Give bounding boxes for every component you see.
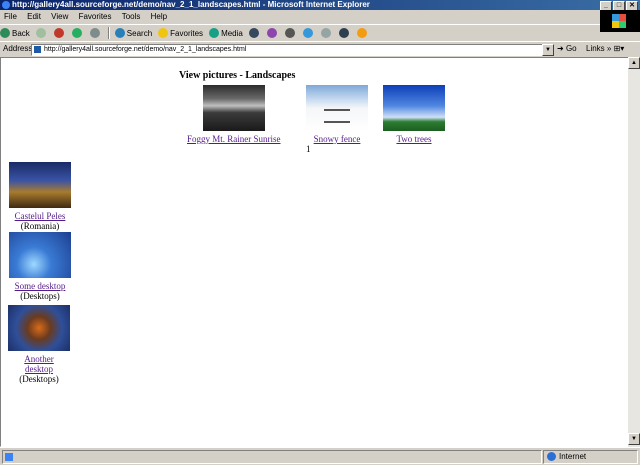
messenger-icon bbox=[356, 28, 367, 38]
zone-label: Internet bbox=[559, 452, 587, 461]
status-bar: Internet bbox=[0, 447, 640, 465]
page-icon bbox=[34, 46, 41, 53]
standard-toolbar: Back Search Favorites Media bbox=[0, 24, 600, 41]
forward-arrow-icon bbox=[35, 28, 46, 38]
media-label: Media bbox=[221, 28, 243, 38]
page-title: View pictures - Landscapes bbox=[179, 70, 296, 81]
thumbnail-link[interactable]: Foggy Mt. Rainer Sunrise bbox=[187, 134, 281, 144]
address-bar: Address http://gallery4all.sourceforge.n… bbox=[0, 41, 640, 57]
windows-logo-icon bbox=[612, 14, 626, 28]
sidebar-item: Another desktop (Desktops) bbox=[7, 305, 71, 384]
search-icon bbox=[114, 28, 125, 38]
menu-view[interactable]: View bbox=[51, 12, 68, 21]
sidebar-link[interactable]: Castelul Peles bbox=[15, 211, 66, 221]
go-label: Go bbox=[565, 44, 577, 53]
discuss-button[interactable] bbox=[320, 28, 333, 38]
window-title: http://gallery4all.sourceforge.net/demo/… bbox=[12, 0, 370, 9]
address-label: Address bbox=[3, 44, 33, 53]
page-done-icon bbox=[5, 453, 13, 461]
globe-icon bbox=[547, 452, 556, 461]
search-label: Search bbox=[126, 28, 153, 38]
research-button[interactable] bbox=[338, 28, 351, 38]
menu-favorites[interactable]: Favorites bbox=[79, 12, 112, 21]
stop-icon bbox=[53, 28, 64, 38]
refresh-button[interactable] bbox=[71, 28, 84, 38]
menu-tools[interactable]: Tools bbox=[122, 12, 141, 21]
go-button[interactable]: ➜ Go bbox=[557, 44, 577, 53]
page-number: 1 bbox=[306, 144, 311, 154]
back-arrow-icon bbox=[0, 28, 10, 38]
vertical-scrollbar[interactable]: ▲ ▼ bbox=[628, 57, 640, 447]
thumbnail-image[interactable] bbox=[202, 85, 265, 131]
history-icon bbox=[248, 28, 259, 38]
menu-bar: File Edit View Favorites Tools Help bbox=[0, 10, 640, 23]
throbber bbox=[600, 10, 640, 32]
thumbnail-snowy: Snowy fence 1 bbox=[306, 85, 368, 154]
favorites-star-icon bbox=[158, 28, 169, 38]
sidebar-item: Some desktop (Desktops) bbox=[7, 232, 73, 301]
status-text-area bbox=[2, 450, 542, 464]
sidebar-image[interactable] bbox=[9, 232, 71, 278]
address-url: http://gallery4all.sourceforge.net/demo/… bbox=[44, 46, 247, 53]
mail-button[interactable] bbox=[266, 28, 279, 38]
discuss-icon bbox=[320, 28, 331, 38]
menu-file[interactable]: File bbox=[4, 12, 17, 21]
sidebar-link[interactable]: Some desktop bbox=[15, 281, 66, 291]
window-title-bar[interactable]: http://gallery4all.sourceforge.net/demo/… bbox=[0, 0, 640, 11]
ie-logo-icon bbox=[2, 1, 10, 9]
address-input[interactable]: http://gallery4all.sourceforge.net/demo/… bbox=[31, 44, 549, 56]
research-icon bbox=[338, 28, 349, 38]
address-dropdown-button[interactable]: ▼ bbox=[542, 44, 554, 56]
thumbnail-image[interactable] bbox=[306, 85, 368, 131]
forward-button[interactable] bbox=[35, 28, 48, 38]
back-label: Back bbox=[12, 28, 30, 38]
scroll-down-button[interactable]: ▼ bbox=[628, 433, 640, 445]
thumbnail-link[interactable]: Two trees bbox=[396, 134, 431, 144]
edit-icon bbox=[302, 28, 313, 38]
home-button[interactable] bbox=[89, 28, 102, 38]
sidebar-image[interactable] bbox=[9, 162, 71, 208]
favorites-label: Favorites bbox=[170, 28, 204, 38]
mail-icon bbox=[266, 28, 277, 38]
security-zone: Internet bbox=[543, 450, 638, 464]
home-icon bbox=[89, 28, 100, 38]
edit-button[interactable] bbox=[302, 28, 315, 38]
page-viewport: View pictures - Landscapes Foggy Mt. Rai… bbox=[0, 57, 630, 447]
media-button[interactable]: Media bbox=[209, 28, 243, 38]
sidebar-link[interactable]: Another desktop bbox=[19, 354, 59, 374]
menu-edit[interactable]: Edit bbox=[27, 12, 41, 21]
thumbnail-trees: Two trees bbox=[383, 85, 445, 144]
links-label: Links bbox=[586, 44, 605, 53]
print-icon bbox=[284, 28, 295, 38]
thumbnail-foggy: Foggy Mt. Rainer Sunrise bbox=[187, 85, 281, 144]
sidebar-category: (Desktops) bbox=[20, 291, 60, 301]
menu-help[interactable]: Help bbox=[151, 12, 167, 21]
favorites-button[interactable]: Favorites bbox=[158, 28, 203, 38]
sidebar-category: (Desktops) bbox=[19, 374, 59, 384]
scroll-up-button[interactable]: ▲ bbox=[628, 57, 640, 69]
media-icon bbox=[209, 28, 220, 38]
sidebar-item: Castelul Peles (Romania) bbox=[7, 162, 73, 231]
search-button[interactable]: Search bbox=[114, 28, 153, 38]
sidebar-image[interactable] bbox=[8, 305, 70, 351]
history-button[interactable] bbox=[248, 28, 261, 38]
toolbar-separator bbox=[107, 27, 110, 39]
thumbnail-image[interactable] bbox=[383, 85, 445, 131]
stop-button[interactable] bbox=[53, 28, 66, 38]
print-button[interactable] bbox=[284, 28, 297, 38]
back-button[interactable]: Back bbox=[0, 28, 30, 38]
thumbnail-link[interactable]: Snowy fence bbox=[314, 134, 361, 144]
links-button[interactable]: Links » ⊞▾ bbox=[586, 44, 624, 53]
sidebar-category: (Romania) bbox=[20, 221, 60, 231]
refresh-icon bbox=[71, 28, 82, 38]
messenger-button[interactable] bbox=[356, 28, 369, 38]
